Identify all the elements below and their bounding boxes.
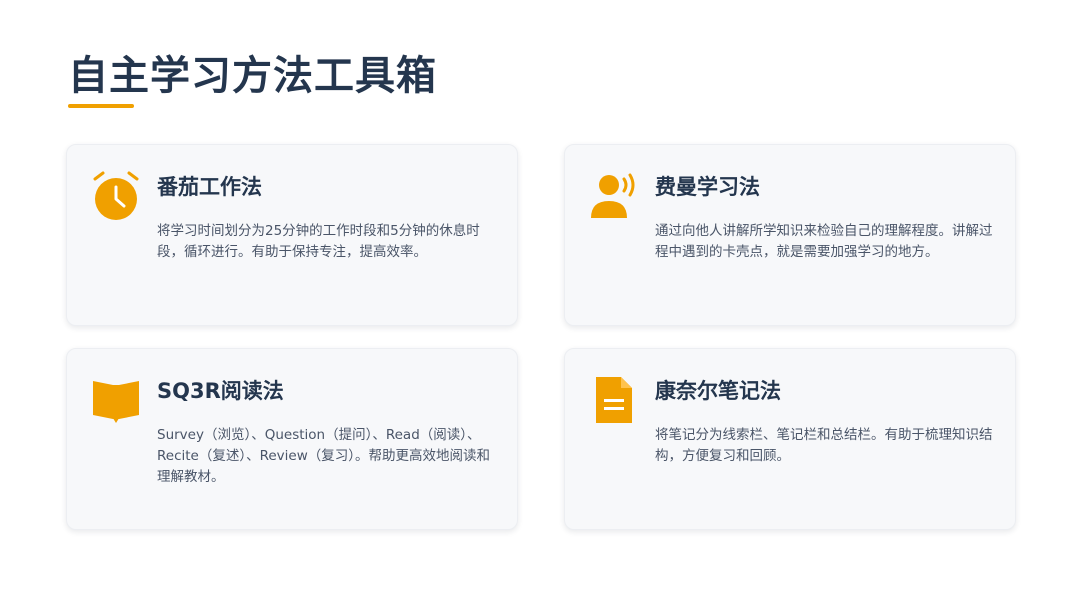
card-title: SQ3R阅读法 bbox=[157, 379, 284, 403]
card-description: 将学习时间划分为25分钟的工作时段和5分钟的休息时段，循环进行。有助于保持专注，… bbox=[157, 223, 480, 260]
card-title: 番茄工作法 bbox=[157, 175, 262, 199]
title-underline bbox=[68, 104, 134, 108]
open-book-icon bbox=[91, 375, 141, 425]
card-description: Survey（浏览）、Question（提问）、Read（阅读）、Recite（… bbox=[157, 427, 491, 485]
document-icon bbox=[589, 375, 639, 425]
card-pomodoro: 番茄工作法 将学习时间划分为25分钟的工作时段和5分钟的休息时段，循环进行。有助… bbox=[66, 144, 518, 326]
card-title: 费曼学习法 bbox=[655, 175, 760, 199]
alarm-clock-icon bbox=[91, 171, 141, 221]
card-cornell: 康奈尔笔记法 将笔记分为线索栏、笔记栏和总结栏。有助于梳理知识结构，方便复习和回… bbox=[564, 348, 1016, 530]
person-speaking-icon bbox=[589, 171, 639, 221]
card-title: 康奈尔笔记法 bbox=[655, 379, 781, 403]
card-sq3r: SQ3R阅读法 Survey（浏览）、Question（提问）、Read（阅读）… bbox=[66, 348, 518, 530]
card-feynman: 费曼学习法 通过向他人讲解所学知识来检验自己的理解程度。讲解过程中遇到的卡壳点，… bbox=[564, 144, 1016, 326]
card-description: 通过向他人讲解所学知识来检验自己的理解程度。讲解过程中遇到的卡壳点，就是需要加强… bbox=[655, 223, 993, 260]
card-description: 将笔记分为线索栏、笔记栏和总结栏。有助于梳理知识结构，方便复习和回顾。 bbox=[655, 427, 993, 464]
slide: 自主学习方法工具箱 番茄工作法 将学习时间划分为25分钟的工作时段和5分钟的休息… bbox=[0, 0, 1080, 607]
page-title: 自主学习方法工具箱 bbox=[68, 53, 437, 99]
